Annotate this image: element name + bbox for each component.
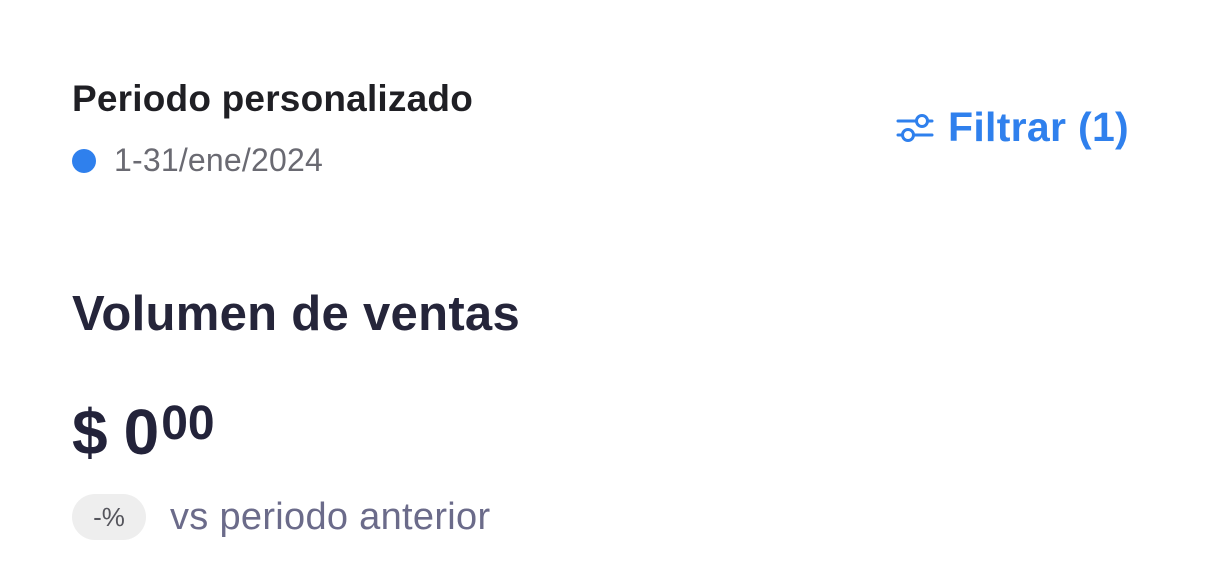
comparison-row: -% vs periodo anterior <box>72 494 490 540</box>
sales-volume-title: Volumen de ventas <box>72 287 521 341</box>
comparison-label: vs periodo anterior <box>170 495 491 538</box>
sliders-icon <box>896 111 934 145</box>
filter-label: Filtrar (1) <box>948 104 1129 150</box>
filter-button[interactable]: Filtrar (1) <box>896 104 1129 151</box>
period-title: Periodo personalizado <box>72 78 473 119</box>
period-date-range: 1-31/ene/2024 <box>114 142 324 178</box>
sales-amount: $ 0 00 <box>72 392 215 472</box>
amount-integer: 0 <box>123 396 160 468</box>
change-percentage-badge: -% <box>72 494 146 540</box>
period-indicator-dot <box>72 148 96 173</box>
amount-currency: $ <box>72 396 108 468</box>
amount-cents: 00 <box>161 397 215 450</box>
period-range: 1-31/ene/2024 <box>72 142 323 179</box>
